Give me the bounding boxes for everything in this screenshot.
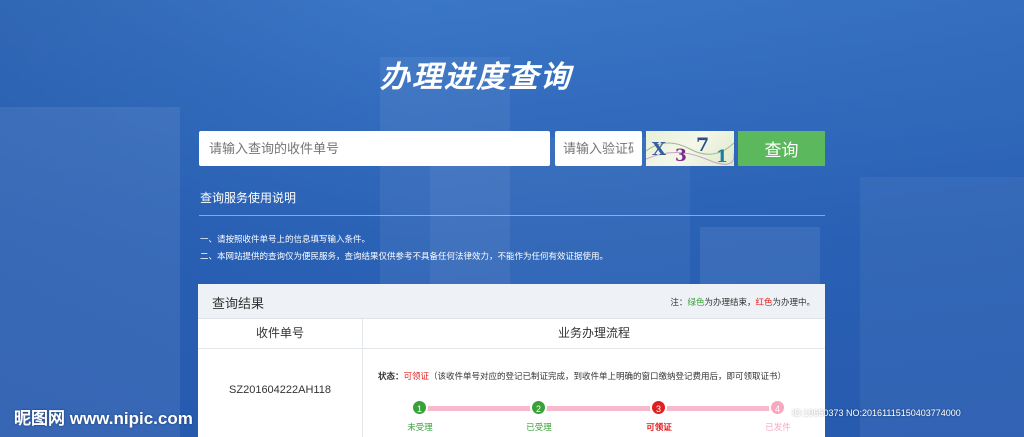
page-title: 办理进度查询 — [380, 60, 572, 95]
result-panel: 查询结果 注：绿色为办理结束，红色为办理中。 收件单号 业务办理流程 SZ201… — [198, 284, 825, 437]
building-silhouette — [0, 107, 180, 437]
svg-text:3: 3 — [675, 146, 687, 166]
status-label: 状态： — [378, 371, 404, 381]
instruction-line: 二、本网站提供的查询仅为便民服务，查询结果仅供参考不具备任何法律效力，不能作为任… — [200, 251, 609, 261]
step-dot: 4 — [769, 399, 786, 416]
instruction-line: 一、请按照收件单号上的信息填写输入条件。 — [200, 234, 371, 244]
svg-text:X: X — [652, 139, 666, 160]
column-header-process: 业务办理流程 — [363, 319, 825, 349]
note-red: 红色 — [755, 297, 773, 307]
progress-track — [420, 406, 778, 411]
receipt-number-input[interactable] — [199, 131, 550, 166]
captcha-image[interactable]: X 3 7 1 — [646, 131, 734, 166]
status-value: 可领证 — [403, 371, 430, 381]
result-title: 查询结果 — [212, 296, 265, 311]
step-label: 可领证 — [646, 422, 672, 432]
watermark-id: ID:19650373 NO:20161115150403774000 — [792, 408, 961, 418]
watermark-logo: 昵图网 www.nipic.com — [14, 409, 193, 428]
divider — [199, 215, 825, 216]
status-description: （该收件单号对应的登记已制证完成，到收件单上明确的窗口缴纳登记费用后，即可领取证… — [429, 371, 787, 381]
step-label: 未受理 — [407, 422, 433, 432]
building-silhouette — [860, 177, 1024, 437]
step-dot: 3 — [650, 399, 667, 416]
note-prefix: 注： — [670, 297, 688, 307]
receipt-number: SZ201604222AH118 — [229, 384, 331, 396]
step-label: 已发件 — [765, 422, 791, 432]
query-button[interactable]: 查询 — [738, 131, 825, 166]
column-separator — [362, 319, 363, 437]
svg-text:7: 7 — [696, 134, 709, 156]
column-header-receipt: 收件单号 — [198, 319, 362, 349]
status-line: 状态：可领证（该收件单号对应的登记已制证完成，到收件单上明确的窗口缴纳登记费用后… — [378, 370, 786, 382]
step-label: 已受理 — [526, 422, 552, 432]
instructions-title: 查询服务使用说明 — [200, 191, 297, 205]
legend-note: 注：绿色为办理结束，红色为办理中。 — [670, 296, 815, 308]
result-panel-header: 查询结果 注：绿色为办理结束，红色为办理中。 — [198, 284, 825, 319]
svg-text:1: 1 — [716, 147, 728, 166]
note-suffix: 为办理中。 — [772, 297, 815, 307]
step-dot: 1 — [411, 399, 428, 416]
note-mid: 为办理结束， — [704, 297, 756, 307]
step-dot: 2 — [530, 399, 547, 416]
note-green: 绿色 — [687, 297, 705, 307]
captcha-input[interactable] — [555, 131, 642, 166]
